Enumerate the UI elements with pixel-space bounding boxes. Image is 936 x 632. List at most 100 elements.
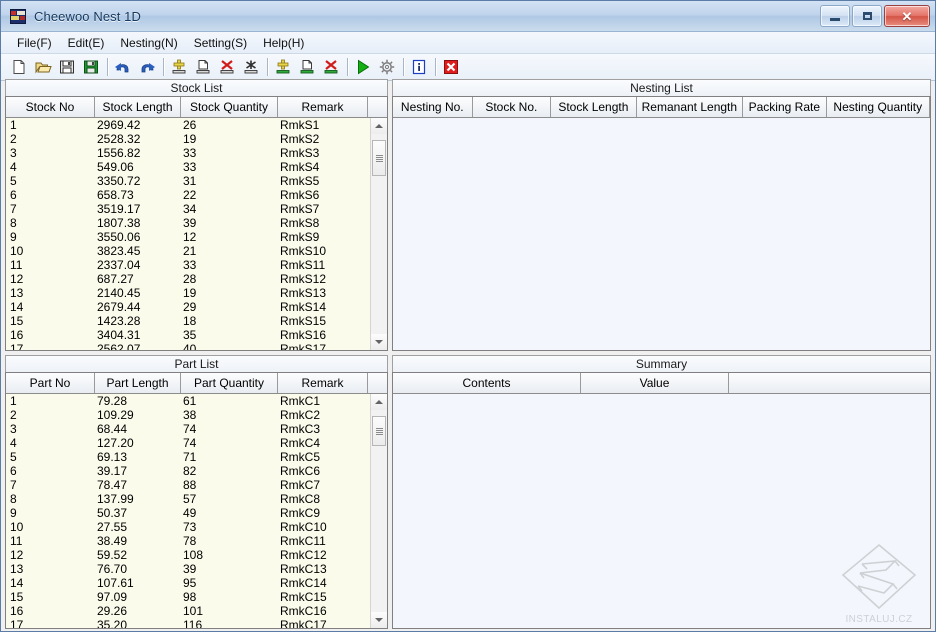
table-row[interactable]: 4127.2074RmkC4 [6,436,387,450]
menu-file[interactable]: File(F) [9,34,60,52]
undo-button[interactable] [112,56,134,78]
part-list-col-part-length[interactable]: Part Length [95,373,181,393]
redo-button[interactable] [136,56,158,78]
table-cell: 14 [6,300,95,314]
scroll-up-arrow[interactable] [371,118,387,134]
table-row[interactable]: 12969.4226RmkS1 [6,118,387,132]
table-row[interactable]: 1629.26101RmkC16 [6,604,387,618]
table-row[interactable]: 179.2861RmkC1 [6,394,387,408]
summary-col-spacer [729,373,930,393]
part-list-col-remark[interactable]: Remark [278,373,368,393]
scroll-up-arrow[interactable] [371,394,387,410]
exit-button[interactable] [440,56,462,78]
table-cell: 687.27 [95,272,181,286]
table-row[interactable]: 22528.3219RmkS2 [6,132,387,146]
table-row[interactable]: 6658.7322RmkS6 [6,188,387,202]
table-row[interactable]: 81807.3839RmkS8 [6,216,387,230]
stock-list-col-stock-no[interactable]: Stock No [6,97,95,117]
nesting-list-col-stock-no[interactable]: Stock No. [473,97,552,117]
nesting-list-col-remanant-length[interactable]: Remanant Length [637,97,743,117]
run-nesting-button[interactable] [352,56,374,78]
part-list-col-part-quantity[interactable]: Part Quantity [181,373,278,393]
stock-list-col-stock-length[interactable]: Stock Length [95,97,181,117]
table-row[interactable]: 93550.0612RmkS9 [6,230,387,244]
nesting-list-col-nesting-no[interactable]: Nesting No. [393,97,473,117]
nesting-list-col-packing-rate[interactable]: Packing Rate [743,97,827,117]
scroll-down-arrow[interactable] [371,334,387,350]
save-as-button[interactable] [80,56,102,78]
scroll-down-arrow[interactable] [371,612,387,628]
minimize-button[interactable] [820,5,850,27]
table-row[interactable]: 142679.4429RmkS14 [6,300,387,314]
table-row[interactable]: 569.1371RmkC5 [6,450,387,464]
table-cell: 31 [181,174,278,188]
table-row[interactable]: 1138.4978RmkC11 [6,534,387,548]
clear-stock-button[interactable] [240,56,262,78]
stock-list-scrollbar[interactable] [370,118,387,350]
table-row[interactable]: 639.1782RmkC6 [6,464,387,478]
summary-col-contents[interactable]: Contents [393,373,581,393]
table-row[interactable]: 2109.2938RmkC2 [6,408,387,422]
table-row[interactable]: 103823.4521RmkS10 [6,244,387,258]
scroll-thumb[interactable] [372,416,386,446]
add-stock-button[interactable] [168,56,190,78]
toolbar-separator [435,58,436,76]
close-button[interactable]: ✕ [884,5,930,27]
menu-edit[interactable]: Edit(E) [60,34,113,52]
table-row[interactable]: 778.4788RmkC7 [6,478,387,492]
stock-list-col-remark[interactable]: Remark [278,97,368,117]
table-row[interactable]: 73519.1734RmkS7 [6,202,387,216]
table-row[interactable]: 1735.20116RmkC17 [6,618,387,628]
nesting-list-body[interactable] [393,118,930,350]
menu-setting[interactable]: Setting(S) [186,34,255,52]
table-row[interactable]: 14107.6195RmkC14 [6,576,387,590]
table-row[interactable]: 112337.0433RmkS11 [6,258,387,272]
copy-stock-button[interactable] [192,56,214,78]
table-row[interactable]: 151423.2818RmkS15 [6,314,387,328]
table-cell: 3404.31 [95,328,181,342]
table-cell: 82 [181,464,278,478]
nesting-list-col-stock-length[interactable]: Stock Length [551,97,637,117]
part-list-col-part-no[interactable]: Part No [6,373,95,393]
table-row[interactable]: 172562.0740RmkS17 [6,342,387,350]
open-folder-button[interactable] [32,56,54,78]
delete-stock-button[interactable] [216,56,238,78]
table-row[interactable]: 8137.9957RmkC8 [6,492,387,506]
menu-nesting[interactable]: Nesting(N) [112,34,185,52]
table-row[interactable]: 1259.52108RmkC12 [6,548,387,562]
scroll-thumb[interactable] [372,140,386,176]
table-cell: RmkS11 [278,258,368,272]
table-cell: 9 [6,506,95,520]
summary-body[interactable] [393,394,930,628]
table-row[interactable]: 950.3749RmkC9 [6,506,387,520]
save-button[interactable] [56,56,78,78]
new-file-button[interactable] [8,56,30,78]
part-list-scrollbar[interactable] [370,394,387,628]
part-list-body[interactable]: 179.2861RmkC12109.2938RmkC2368.4474RmkC3… [6,394,387,628]
table-row[interactable]: 53350.7231RmkS5 [6,174,387,188]
summary-col-value[interactable]: Value [581,373,729,393]
table-row[interactable]: 132140.4519RmkS13 [6,286,387,300]
stock-list-body[interactable]: 12969.4226RmkS122528.3219RmkS231556.8233… [6,118,387,350]
table-cell: 6 [6,188,95,202]
table-row[interactable]: 368.4474RmkC3 [6,422,387,436]
maximize-button[interactable] [852,5,882,27]
table-row[interactable]: 4549.0633RmkS4 [6,160,387,174]
table-row[interactable]: 31556.8233RmkS3 [6,146,387,160]
table-cell: 107.61 [95,576,181,590]
table-row[interactable]: 12687.2728RmkS12 [6,272,387,286]
stock-list-col-stock-quantity[interactable]: Stock Quantity [181,97,278,117]
info-button[interactable] [408,56,430,78]
table-row[interactable]: 1597.0998RmkC15 [6,590,387,604]
menu-help[interactable]: Help(H) [255,34,312,52]
table-row[interactable]: 1027.5573RmkC10 [6,520,387,534]
add-part-button[interactable] [272,56,294,78]
table-cell: 6 [6,464,95,478]
copy-part-button[interactable] [296,56,318,78]
table-row[interactable]: 163404.3135RmkS16 [6,328,387,342]
nesting-list-col-nesting-quantity[interactable]: Nesting Quantity [827,97,930,117]
part-list-caption: Part List [5,355,388,372]
table-row[interactable]: 1376.7039RmkC13 [6,562,387,576]
settings-button[interactable] [376,56,398,78]
delete-part-button[interactable] [320,56,342,78]
